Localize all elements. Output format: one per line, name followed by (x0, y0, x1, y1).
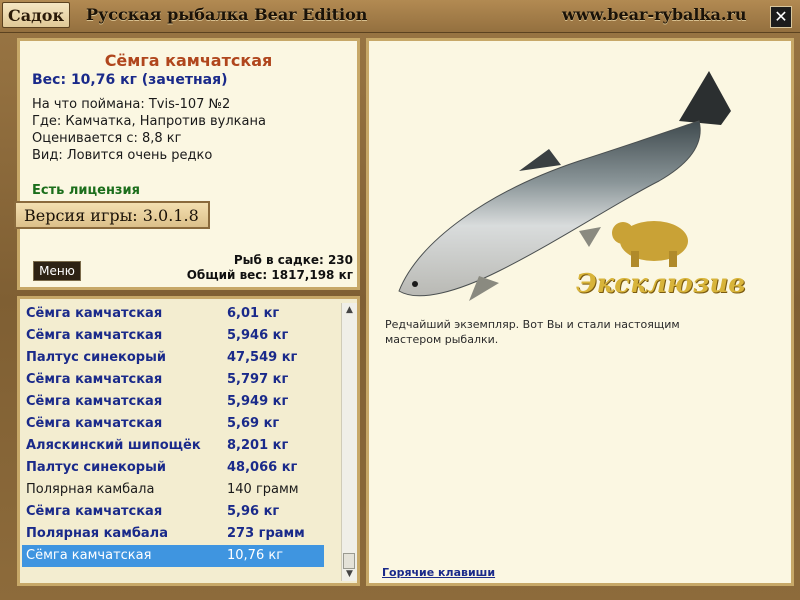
fish-eye (412, 281, 418, 287)
fish-list: Сёмга камчатская 6,01 кг Сёмга камчатская… (22, 303, 324, 567)
list-item-weight: 6,01 кг (227, 306, 280, 321)
fish-detail-panel: Эксклюзив Редчайший экземпляр. Вот Вы и … (366, 38, 794, 586)
app-title: Русская рыбалка Bear Edition (86, 5, 368, 24)
fish-description: Редчайший экземпляр. Вот Вы и стали наст… (385, 318, 680, 346)
list-item-weight: 5,69 кг (227, 416, 280, 431)
rarity-text: Вид: Ловится очень редко (32, 148, 213, 163)
sadok-button[interactable]: Садок (2, 2, 70, 28)
list-item-weight: 47,549 кг (227, 350, 298, 365)
list-item-name: Сёмга камчатская (26, 328, 163, 343)
bear-logo-icon (612, 221, 688, 267)
fish-title: Сёмга камчатская (104, 51, 273, 70)
list-item-name: Сёмга камчатская (26, 372, 163, 387)
site-url[interactable]: www.bear-rybalka.ru (562, 5, 747, 24)
list-item[interactable]: Сёмга камчатская 5,949 кг (22, 391, 324, 413)
list-item-name: Полярная камбала (26, 526, 168, 541)
list-item[interactable]: Сёмга камчатская 6,01 кг (22, 303, 324, 325)
list-item-name: Аляскинский шипощёк (26, 438, 201, 453)
list-item[interactable]: Сёмга камчатская 5,946 кг (22, 325, 324, 347)
list-item[interactable]: Палтус синекорый 48,066 кг (22, 457, 324, 479)
list-item[interactable]: Сёмга камчатская 5,797 кг (22, 369, 324, 391)
list-item-weight: 5,797 кг (227, 372, 289, 387)
list-item[interactable]: Полярная камбала 273 грамм (22, 523, 324, 545)
fish-weight: Вес: 10,76 кг (зачетная) (32, 72, 228, 88)
list-item-name: Сёмга камчатская (26, 504, 163, 519)
list-item[interactable]: Сёмга камчатская 5,69 кг (22, 413, 324, 435)
list-scrollbar[interactable]: ▲ ▼ (341, 303, 357, 581)
close-icon[interactable]: ✕ (770, 6, 792, 28)
fish-fin (519, 149, 561, 171)
fish-list-panel: Сёмга камчатская 6,01 кг Сёмга камчатская… (17, 296, 360, 586)
title-bar: Садок Русская рыбалка Bear Edition www.b… (0, 0, 800, 33)
list-item-name: Палтус синекорый (26, 460, 166, 475)
list-item-weight: 48,066 кг (227, 460, 298, 475)
list-item-weight: 5,96 кг (227, 504, 280, 519)
version-badge: Версия игры: 3.0.1.8 (14, 201, 210, 229)
hotkeys-link[interactable]: Горячие клавиши (382, 566, 495, 579)
list-item-name: Сёмга камчатская (26, 394, 163, 409)
caught-on-text: На что поймана: Tvis-107 №2 (32, 97, 231, 112)
total-weight: Общий вес: 1817,198 кг (186, 268, 353, 282)
license-status: Есть лицензия (32, 183, 140, 198)
fish-count: Рыб в садке: 230 (233, 253, 353, 267)
valued-from-text: Оценивается с: 8,8 кг (32, 131, 182, 146)
list-item[interactable]: Аляскинский шипощёк 8,201 кг (22, 435, 324, 457)
list-item-weight: 140 грамм (227, 482, 299, 497)
list-item[interactable]: Сёмга камчатская 5,96 кг (22, 501, 324, 523)
list-item-name: Сёмга камчатская (26, 416, 163, 431)
list-item[interactable]: Полярная камбала 140 грамм (22, 479, 324, 501)
list-item-name: Палтус синекорый (26, 350, 166, 365)
menu-button[interactable]: Меню (33, 261, 81, 281)
list-item-weight: 5,949 кг (227, 394, 289, 409)
list-item-name: Сёмга камчатская (26, 306, 163, 321)
scroll-down-icon[interactable]: ▼ (342, 567, 357, 581)
list-item-weight: 5,946 кг (227, 328, 289, 343)
list-item-name: Полярная камбала (26, 482, 155, 497)
location-text: Где: Камчатка, Напротив вулкана (32, 114, 266, 129)
list-item[interactable]: Палтус синекорый 47,549 кг (22, 347, 324, 369)
exclusive-badge: Эксклюзив (576, 269, 746, 299)
list-item-weight: 273 грамм (227, 526, 305, 541)
list-item-name: Сёмга камчатская (26, 548, 152, 563)
app-window: Садок Русская рыбалка Bear Edition www.b… (0, 0, 800, 600)
fish-fin (579, 227, 601, 247)
catch-info-panel: Сёмга камчатская Вес: 10,76 кг (зачетная… (17, 38, 360, 290)
fish-tail (679, 71, 731, 125)
list-item-weight: 10,76 кг (227, 548, 284, 563)
list-item-selected[interactable]: Сёмга камчатская 10,76 кг (22, 545, 324, 567)
scroll-up-icon[interactable]: ▲ (342, 303, 357, 317)
list-item-weight: 8,201 кг (227, 438, 289, 453)
